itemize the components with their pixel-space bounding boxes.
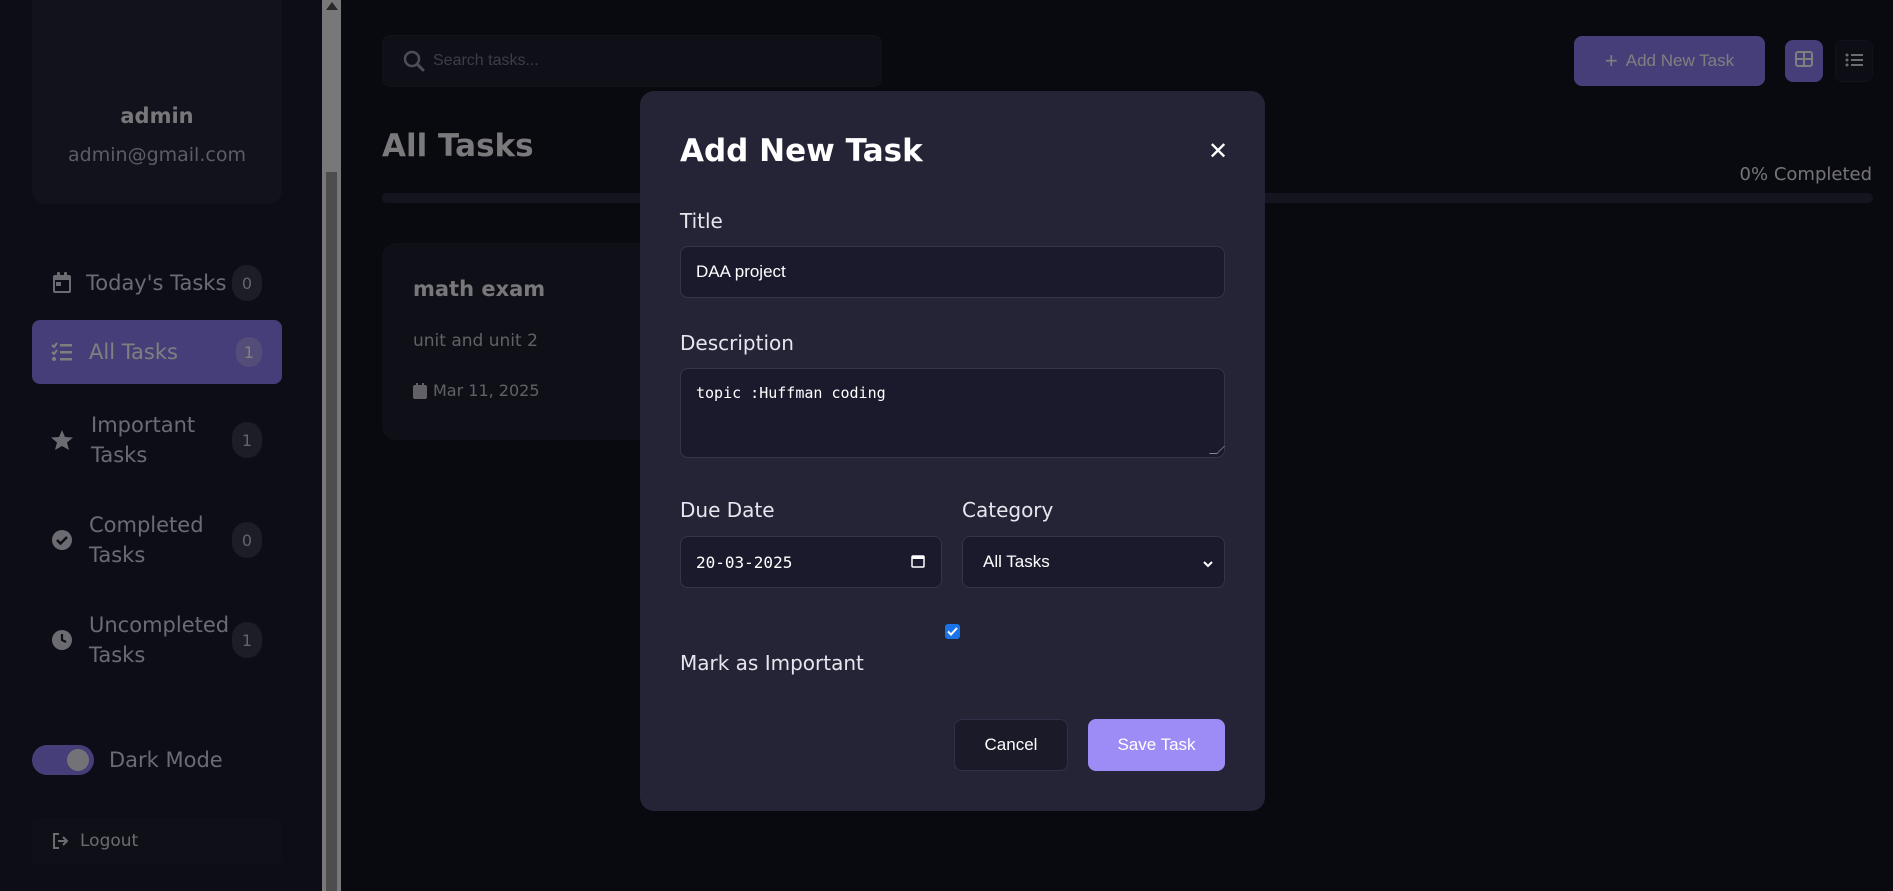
resize-handle-icon[interactable]	[1209, 446, 1225, 454]
due-date-value: 20-03-2025	[696, 552, 793, 572]
chevron-down-icon	[1202, 555, 1214, 568]
description-textarea[interactable]: topic :Huffman coding	[680, 368, 1225, 458]
due-date-label: Due Date	[680, 498, 775, 522]
category-select[interactable]: All Tasks	[962, 536, 1225, 588]
description-label: Description	[680, 331, 794, 355]
close-icon[interactable]: ✕	[1203, 136, 1233, 166]
description-text: topic :Huffman coding	[696, 384, 886, 402]
important-checkbox[interactable]	[945, 624, 960, 639]
title-input[interactable]: DAA project	[680, 246, 1225, 298]
cancel-button[interactable]: Cancel	[954, 719, 1068, 771]
due-date-input[interactable]: 20-03-2025	[680, 536, 942, 588]
category-label: Category	[962, 498, 1054, 522]
calendar-picker-icon[interactable]	[911, 553, 925, 568]
checkmark-icon	[947, 627, 958, 636]
modal-title: Add New Task	[680, 133, 923, 169]
title-label: Title	[680, 209, 723, 233]
add-task-modal: Add New Task ✕ Title DAA project Descrip…	[640, 91, 1265, 811]
category-value: All Tasks	[983, 552, 1050, 571]
important-label: Mark as Important	[680, 651, 864, 675]
save-task-button[interactable]: Save Task	[1088, 719, 1225, 771]
